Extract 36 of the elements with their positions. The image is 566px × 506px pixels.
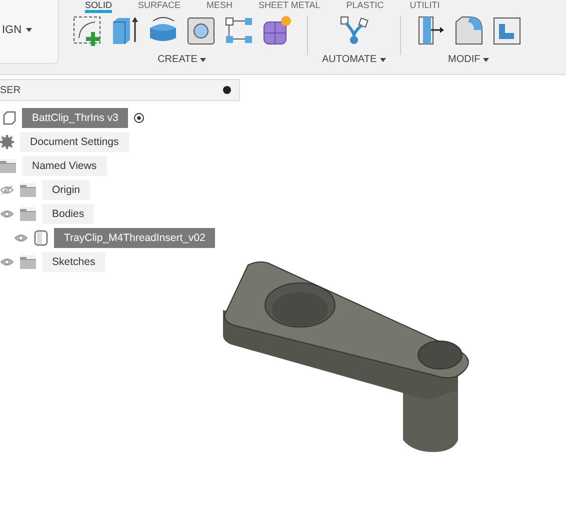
caret-icon xyxy=(26,28,32,32)
caret-icon xyxy=(380,58,386,62)
eye-icon[interactable] xyxy=(14,233,28,243)
tree-item[interactable]: Named Views xyxy=(22,156,107,176)
folder-icon xyxy=(20,255,36,269)
toolbar-tab[interactable]: SHEET METAL xyxy=(258,0,320,10)
tree-item[interactable]: Origin xyxy=(42,180,90,200)
group-dropdown[interactable]: CREATE xyxy=(158,54,206,65)
browser-title: SER xyxy=(0,84,21,96)
caret-icon xyxy=(483,58,490,62)
folder-icon xyxy=(20,183,36,197)
toolbar-tab[interactable]: SURFACE xyxy=(138,0,181,10)
toolbar-tab[interactable]: PLASTIC xyxy=(346,0,384,10)
gear-icon xyxy=(0,135,14,149)
folder-icon xyxy=(20,207,36,221)
collapse-icon[interactable] xyxy=(223,86,231,94)
tree-item[interactable]: TrayClip_M4ThreadInsert_v02 xyxy=(54,228,216,248)
eye-icon[interactable] xyxy=(0,209,14,219)
toolbar-tab[interactable]: MESH xyxy=(206,0,233,10)
eye-icon[interactable] xyxy=(0,257,14,267)
sketch-icon[interactable] xyxy=(71,14,103,48)
group-dropdown[interactable]: MODIF xyxy=(448,54,490,65)
tree-item[interactable]: Bodies xyxy=(42,204,94,224)
group-dropdown[interactable]: AUTOMATE xyxy=(322,54,386,65)
tree-item[interactable]: Document Settings xyxy=(20,132,129,152)
caret-icon xyxy=(200,58,206,62)
toolbar-tab[interactable]: UTILITI xyxy=(410,0,440,10)
activate-radio[interactable] xyxy=(134,113,144,123)
workspace-dropdown[interactable]: IGN xyxy=(0,0,59,64)
eye-hidden-icon[interactable] xyxy=(0,185,14,195)
folder-icon xyxy=(0,159,16,173)
toolbar-tab[interactable]: SOLID xyxy=(85,0,112,13)
tree-item[interactable]: Sketches xyxy=(42,252,106,272)
tree-item[interactable]: BattClip_ThrIns v3 xyxy=(22,108,128,128)
body-icon xyxy=(34,230,48,246)
component-icon xyxy=(2,111,16,125)
